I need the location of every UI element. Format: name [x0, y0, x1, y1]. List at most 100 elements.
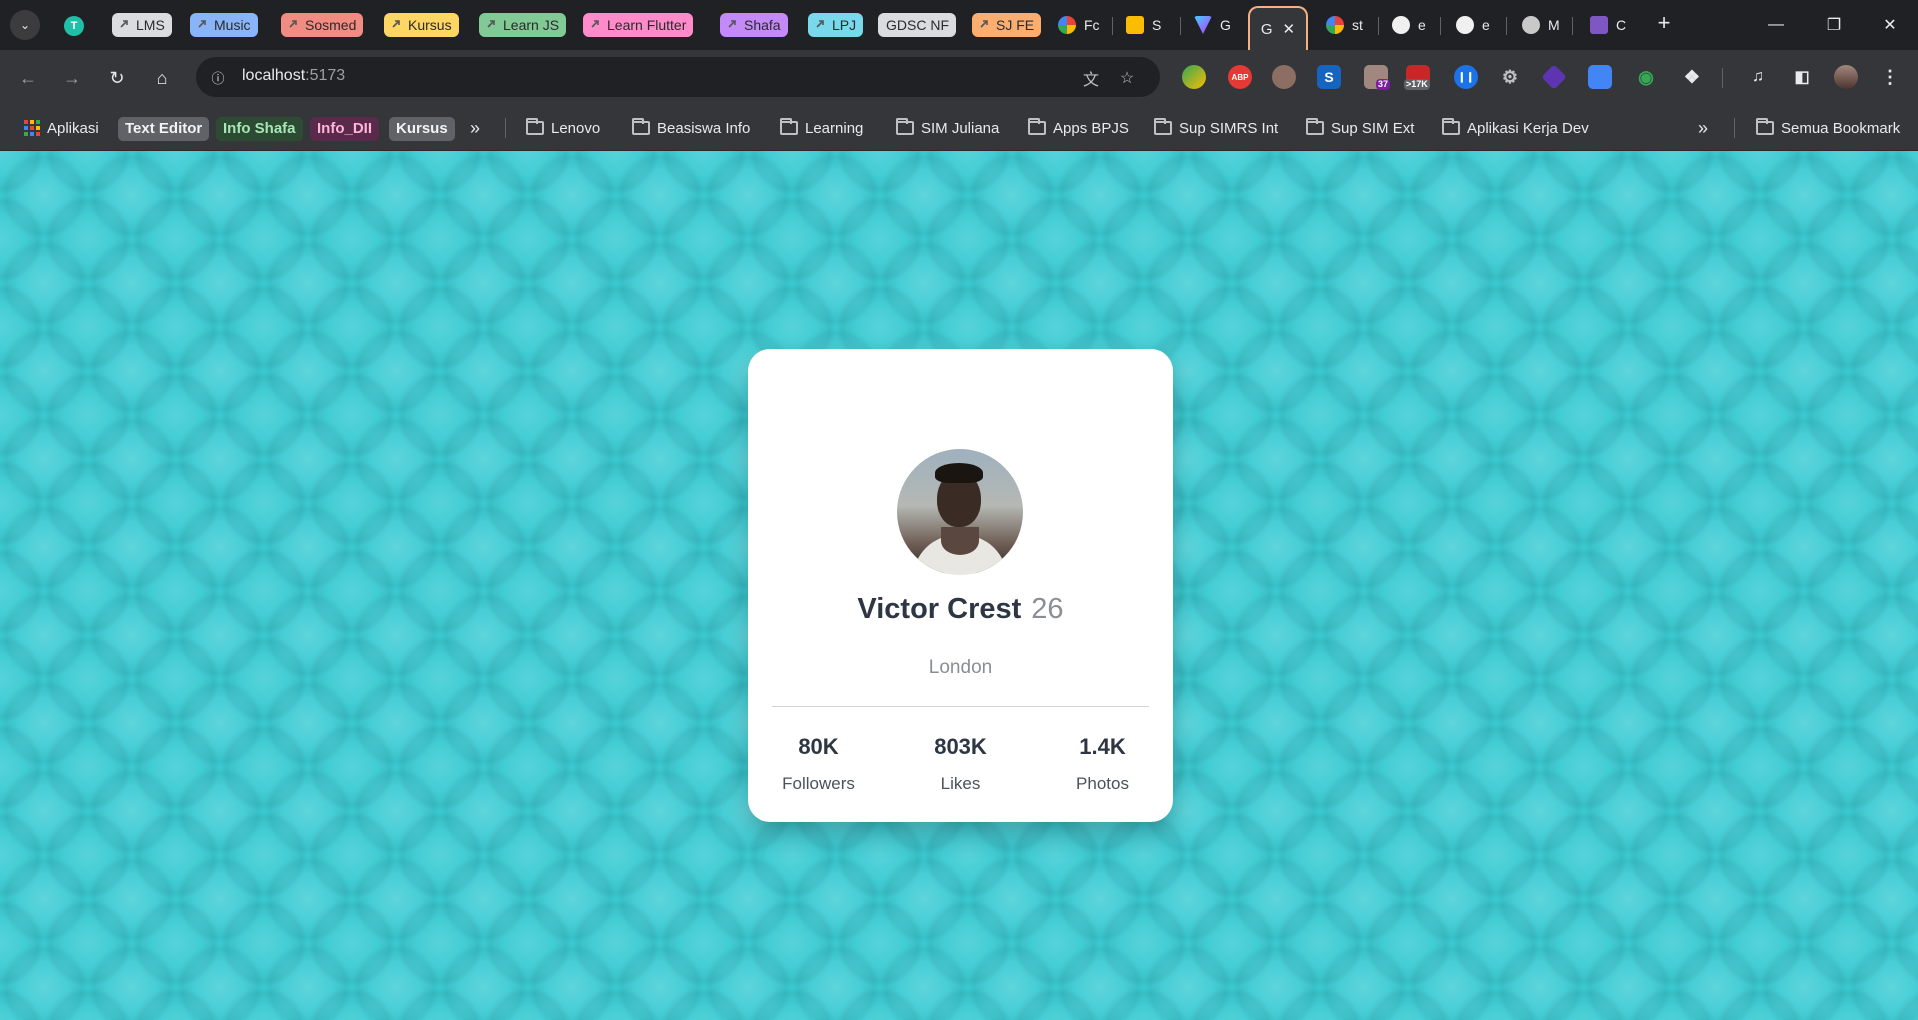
avatar[interactable]	[1834, 65, 1858, 89]
home-button[interactable]: ⌂	[148, 64, 176, 92]
close-window-button[interactable]: ✕	[1870, 10, 1910, 40]
tab-group-sosmed[interactable]: Sosmed	[281, 13, 364, 37]
bookmark-folder-sup-simrs-int[interactable]: Sup SIMRS Int	[1154, 116, 1278, 140]
extension-earth-icon[interactable]	[1182, 65, 1206, 89]
media-control-icon[interactable]: ♫	[1746, 65, 1770, 89]
bookmark-folder-beasiswa-info[interactable]: Beasiswa Info	[632, 116, 750, 140]
tab-label: C	[1616, 17, 1627, 33]
extension-diamond-icon[interactable]	[1541, 64, 1567, 90]
folder-icon	[780, 118, 798, 135]
link-icon	[289, 20, 297, 28]
tab-github-3[interactable]: M	[1522, 10, 1560, 40]
tab-label: G	[1220, 17, 1231, 33]
address-bar[interactable]: ⓘ localhost:5173 文 ☆	[196, 57, 1160, 97]
google-icon	[1326, 16, 1344, 34]
back-button[interactable]: ←	[14, 64, 42, 92]
stat-value: 1.4K	[1079, 734, 1126, 759]
more-menu-icon[interactable]: ⋮	[1878, 65, 1902, 89]
bookmark-folder-aplikasi-kerja-dev[interactable]: Aplikasi Kerja Dev	[1442, 116, 1589, 140]
tab-group-sj-fe[interactable]: SJ FE	[972, 13, 1042, 37]
tab-group-shafa[interactable]: Shafa	[720, 13, 788, 37]
chevron-double-right-icon[interactable]: »	[470, 116, 480, 140]
tab-group-gdsc-nf[interactable]: GDSC NF	[878, 13, 956, 37]
tab-slides[interactable]: S	[1126, 10, 1161, 40]
tab-group-label: Sosmed	[305, 17, 357, 33]
home-icon: ⌂	[156, 67, 168, 88]
bookmark-all-bookmarks[interactable]: Semua Bookmark	[1756, 116, 1900, 140]
tab-github-1[interactable]: e	[1392, 10, 1426, 40]
chevron-double-right-icon[interactable]: »	[1698, 116, 1708, 140]
reload-button[interactable]: ↻	[103, 64, 131, 92]
minimize-button[interactable]: ―	[1756, 10, 1796, 40]
adblock-icon[interactable]: ABP	[1228, 65, 1252, 89]
tab-group-lpj[interactable]: LPJ	[808, 13, 864, 37]
tab-group-learn-flutter[interactable]: Learn Flutter	[583, 13, 694, 37]
tab-group-music[interactable]: Music	[190, 13, 258, 37]
info-icon[interactable]: ⓘ	[206, 65, 230, 89]
folder-icon	[1442, 118, 1460, 135]
bookmark-apps[interactable]: Aplikasi	[24, 116, 99, 140]
stat-label: Likes	[940, 774, 981, 793]
folder-icon	[1756, 118, 1774, 135]
github-icon	[1392, 16, 1410, 34]
url-text[interactable]: localhost:5173	[242, 67, 345, 85]
bookmark-group-info-shafa[interactable]: Info Shafa	[216, 117, 303, 141]
tab-separator	[1440, 17, 1441, 35]
tab-group-label: Learn Flutter	[607, 17, 687, 33]
stat-label: Photos	[1076, 774, 1129, 793]
side-panel-icon[interactable]: ◧	[1790, 65, 1814, 89]
link-icon	[120, 20, 128, 28]
tab-photos[interactable]: Fc	[1058, 10, 1100, 40]
tab-group-t[interactable]: T	[64, 16, 84, 36]
bookmark-folder-apps-bpjs[interactable]: Apps BPJS	[1028, 116, 1129, 140]
chevron-down-icon: ⌄	[19, 18, 31, 32]
slides-icon	[1126, 16, 1144, 34]
restore-button[interactable]: ❐	[1814, 10, 1854, 40]
star-icon[interactable]: ☆	[1116, 67, 1138, 89]
tab-list[interactable]: C	[1590, 10, 1626, 40]
bookmark-group-info-dii[interactable]: Info_DII	[310, 117, 379, 141]
active-tab[interactable]: G ✕	[1248, 6, 1308, 50]
tab-label: st	[1352, 17, 1363, 33]
tab-group-label: Shafa	[744, 17, 781, 33]
tab-group-learn-js[interactable]: Learn JS	[479, 13, 567, 37]
extension-tab-counter-icon[interactable]: 37	[1364, 65, 1391, 90]
link-icon	[591, 20, 599, 28]
gear-icon[interactable]: ⚙	[1498, 65, 1522, 89]
extension-docs-icon[interactable]	[1588, 65, 1612, 89]
bookmark-folder-learning[interactable]: Learning	[780, 116, 863, 140]
bookmark-group-text-editor[interactable]: Text Editor	[118, 117, 210, 141]
close-icon[interactable]: ✕	[1283, 20, 1296, 38]
extensions-puzzle-icon[interactable]: ❖	[1680, 65, 1704, 89]
extension-owl-icon[interactable]	[1272, 65, 1296, 89]
translate-icon[interactable]: 文	[1080, 67, 1102, 89]
tab-google-search[interactable]: st	[1326, 10, 1363, 40]
tab-group-label: LPJ	[832, 17, 857, 33]
eye-icon[interactable]: ◉	[1634, 65, 1658, 89]
extension-s-icon[interactable]: S	[1317, 65, 1341, 89]
new-tab-button[interactable]: +	[1652, 12, 1676, 36]
pause-icon[interactable]: ❙❙	[1454, 65, 1478, 89]
folder-icon	[1028, 118, 1046, 135]
bookmark-group-kursus[interactable]: Kursus	[389, 117, 455, 141]
tab-search-button[interactable]: ⌄	[10, 10, 40, 40]
tab-group-kursus[interactable]: Kursus	[384, 13, 459, 37]
bookmark-folder-sim-juliana[interactable]: SIM Juliana	[896, 116, 999, 140]
bookmark-folder-lenovo[interactable]: Lenovo	[526, 116, 600, 140]
close-icon: ✕	[1883, 17, 1897, 34]
forward-button[interactable]: →	[58, 64, 86, 92]
bookmark-label: Sup SIM Ext	[1331, 119, 1415, 137]
folder-icon	[632, 118, 650, 135]
tab-group-lms[interactable]: LMS	[112, 13, 172, 37]
profile-name: Victor Crest	[857, 593, 1022, 625]
tab-label: e	[1418, 17, 1426, 33]
tab-vite[interactable]: G	[1194, 10, 1231, 40]
tab-strip: ⌄ T LMS Music Sosmed Kursus Learn JS Lea…	[0, 0, 1918, 50]
tab-separator	[1180, 17, 1181, 35]
tab-group-label: Music	[214, 17, 251, 33]
bookmark-folder-sup-sim-ext[interactable]: Sup SIM Ext	[1306, 116, 1414, 140]
extension-gmail-icon[interactable]: >17K	[1404, 65, 1430, 90]
bookmark-label: Learning	[805, 119, 864, 137]
tab-separator	[1378, 17, 1379, 35]
tab-github-2[interactable]: e	[1456, 10, 1490, 40]
